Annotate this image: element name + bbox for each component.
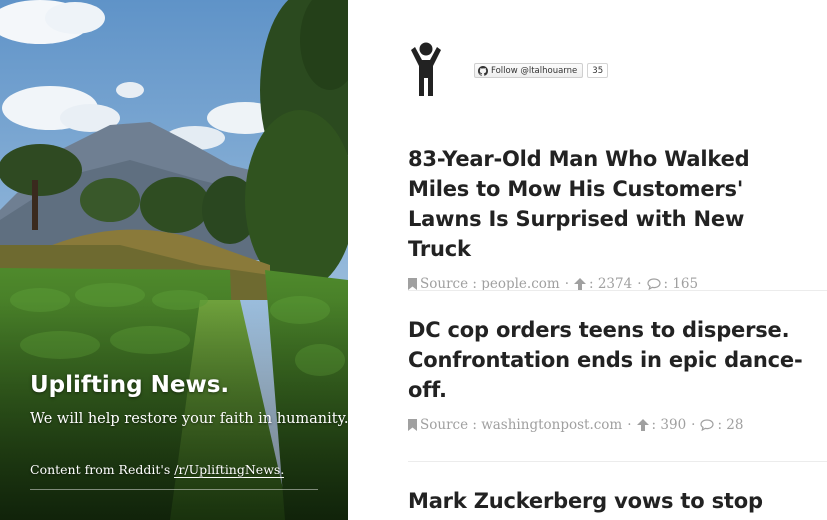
page: Uplifting News. We will help restore you… bbox=[0, 0, 827, 520]
article-source: Source : washingtonpost.com bbox=[420, 417, 623, 433]
hero-title: Uplifting News. bbox=[30, 372, 230, 398]
article-title[interactable]: Mark Zuckerberg vows to stop bbox=[408, 486, 808, 516]
arrow-up-icon bbox=[636, 419, 649, 431]
speech-bubble-icon bbox=[646, 278, 661, 290]
bookmark-icon bbox=[408, 278, 417, 290]
article-title[interactable]: 83-Year-Old Man Who Walked Miles to Mow … bbox=[408, 144, 808, 264]
subreddit-link[interactable]: /r/UpliftingNews. bbox=[174, 462, 285, 478]
article-item: 83-Year-Old Man Who Walked Miles to Mow … bbox=[408, 144, 808, 292]
hero-background-photo bbox=[0, 0, 348, 520]
github-follow-label: Follow @ltalhouarne bbox=[491, 65, 578, 76]
github-follow-widget: Follow @ltalhouarne 35 bbox=[474, 63, 609, 78]
article-upvotes: : 390 bbox=[651, 417, 687, 433]
article-divider bbox=[408, 461, 827, 462]
person-arms-up-icon bbox=[411, 42, 441, 96]
hero-credit-prefix: Content from Reddit's bbox=[30, 462, 175, 477]
article-comments: : 28 bbox=[717, 417, 744, 433]
article-item: Mark Zuckerberg vows to stop bbox=[408, 486, 808, 516]
content-column: Follow @ltalhouarne 35 83-Year-Old Man W… bbox=[348, 0, 827, 520]
hero-divider bbox=[30, 489, 318, 490]
bookmark-icon bbox=[408, 419, 417, 431]
github-icon bbox=[478, 65, 488, 76]
article-divider bbox=[408, 290, 827, 291]
speech-bubble-icon bbox=[700, 419, 715, 431]
hero-tagline: We will help restore your faith in human… bbox=[30, 411, 348, 427]
article-meta: Source : washingtonpost.com · : 390 · : … bbox=[408, 417, 808, 433]
github-follow-button[interactable]: Follow @ltalhouarne bbox=[474, 63, 584, 78]
meta-separator: · bbox=[691, 417, 696, 433]
github-follower-count[interactable]: 35 bbox=[587, 63, 609, 78]
hero-panel: Uplifting News. We will help restore you… bbox=[0, 0, 348, 520]
meta-separator: · bbox=[627, 417, 632, 433]
arrow-up-icon bbox=[574, 278, 586, 290]
article-title[interactable]: DC cop orders teens to disperse. Confron… bbox=[408, 315, 808, 405]
article-item: DC cop orders teens to disperse. Confron… bbox=[408, 315, 808, 433]
hero-credit: Content from Reddit's /r/UpliftingNews. bbox=[30, 462, 285, 478]
